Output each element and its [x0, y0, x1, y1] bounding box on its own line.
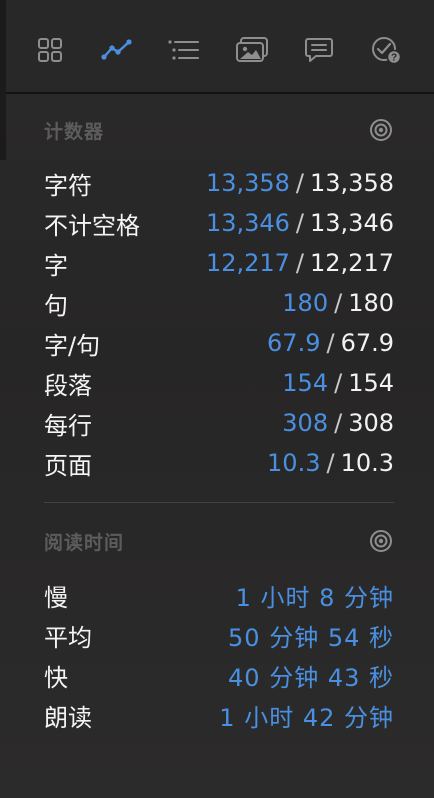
selection-count: 13,346 — [205, 209, 290, 237]
statistics-panel: ? 计数器 字符 13,358/13,358 不计空格 13,346 / 13,… — [0, 0, 434, 798]
slash-separator: / — [295, 249, 305, 277]
total-count: 308 — [348, 409, 394, 437]
row-label: 每行 — [44, 411, 92, 440]
row-value: 10.3/10.3 — [267, 449, 394, 477]
reading-row-slow: 慢 1 小时 8 分钟 — [44, 575, 394, 615]
toolbar: ? — [28, 28, 408, 72]
slash-separator: / — [326, 329, 335, 357]
check-help-icon[interactable]: ? — [364, 28, 408, 72]
grid-icon[interactable] — [28, 28, 72, 72]
svg-text:?: ? — [391, 53, 397, 64]
counter-target-icon[interactable] — [368, 117, 394, 143]
selection-count: 308 — [282, 409, 329, 437]
row-label: 朗读 — [44, 703, 92, 732]
counter-row-characters-no-spaces: 不计空格 13,346/13,346 — [44, 203, 394, 243]
row-value: 308/308 — [282, 409, 394, 437]
total-count: 13,358 — [310, 169, 394, 197]
row-label: 段落 — [44, 371, 92, 400]
row-value: 67.9/67.9 — [267, 329, 394, 357]
reading-time-value: 1 小时 42 分钟 — [219, 703, 394, 732]
counter-row-sentences: 句 180/180 — [44, 283, 394, 323]
comments-icon[interactable] — [297, 28, 341, 72]
row-value: 13,358/13,358 — [206, 169, 394, 197]
images-icon[interactable] — [230, 28, 274, 72]
reading-time-value: 1 小时 8 分钟 — [235, 583, 394, 612]
counter-section-header: 计数器 — [44, 116, 394, 144]
row-value: 154/154 — [282, 369, 394, 397]
total-count: 13,346 — [310, 209, 394, 237]
window-edge — [0, 0, 6, 160]
slash-separator: / — [295, 169, 305, 197]
row-label: 字符 — [44, 171, 92, 200]
reading-row-fast: 快 40 分钟 43 秒 — [44, 655, 394, 695]
selection-count: 10.3 — [267, 449, 321, 477]
counter-section-title: 计数器 — [44, 120, 105, 143]
total-count: 67.9 — [340, 329, 394, 357]
total-count: 154 — [348, 369, 394, 397]
row-label: 快 — [44, 663, 68, 692]
counter-rows: 字符 13,358/13,358 不计空格 13,346/13,346 字 12… — [44, 163, 394, 483]
slash-separator: / — [334, 369, 343, 397]
row-label: 页面 — [44, 451, 92, 480]
reading-time-section-title: 阅读时间 — [44, 531, 125, 554]
slash-separator: / — [334, 409, 343, 437]
counter-row-lines: 每行 308/308 — [44, 403, 394, 443]
outline-list-icon[interactable] — [162, 28, 206, 72]
slash-separator: / — [295, 209, 305, 237]
trend-chart-icon[interactable] — [95, 28, 139, 72]
row-label: 字 — [44, 251, 68, 280]
section-divider — [44, 502, 394, 503]
row-label: 字/句 — [44, 331, 101, 360]
counter-row-pages: 页面 10.3/10.3 — [44, 443, 394, 483]
row-value: 13,346/13,346 — [206, 209, 394, 237]
row-label: 慢 — [44, 583, 68, 612]
reading-row-read-aloud: 朗读 1 小时 42 分钟 — [44, 695, 394, 735]
selection-count: 154 — [282, 369, 329, 397]
row-value: 180/180 — [282, 289, 394, 317]
reading-time-value: 40 分钟 43 秒 — [228, 663, 394, 692]
total-count: 180 — [348, 289, 394, 317]
counter-row-words: 字 12,217/12,217 — [44, 243, 394, 283]
row-value: 12,217/12,217 — [206, 249, 394, 277]
counter-row-characters: 字符 13,358/13,358 — [44, 163, 394, 203]
reading-time-target-icon[interactable] — [368, 528, 394, 554]
total-count: 12,217 — [310, 249, 394, 277]
reading-row-average: 平均 50 分钟 54 秒 — [44, 615, 394, 655]
counter-row-paragraphs: 段落 154/154 — [44, 363, 394, 403]
row-label: 句 — [44, 291, 68, 320]
reading-time-value: 50 分钟 54 秒 — [228, 623, 394, 652]
slash-separator: / — [326, 449, 335, 477]
reading-time-section-header: 阅读时间 — [44, 527, 394, 555]
row-label: 不计空格 — [44, 211, 140, 240]
row-label: 平均 — [44, 623, 92, 652]
selection-count: 13,358 — [205, 169, 290, 197]
selection-count: 180 — [282, 289, 329, 317]
selection-count: 67.9 — [267, 329, 321, 357]
selection-count: 12,217 — [205, 249, 290, 277]
total-count: 10.3 — [340, 449, 394, 477]
counter-row-words-per-sentence: 字/句 67.9/67.9 — [44, 323, 394, 363]
reading-time-rows: 慢 1 小时 8 分钟 平均 50 分钟 54 秒 快 40 分钟 43 秒 朗… — [44, 575, 394, 735]
slash-separator: / — [334, 289, 343, 317]
